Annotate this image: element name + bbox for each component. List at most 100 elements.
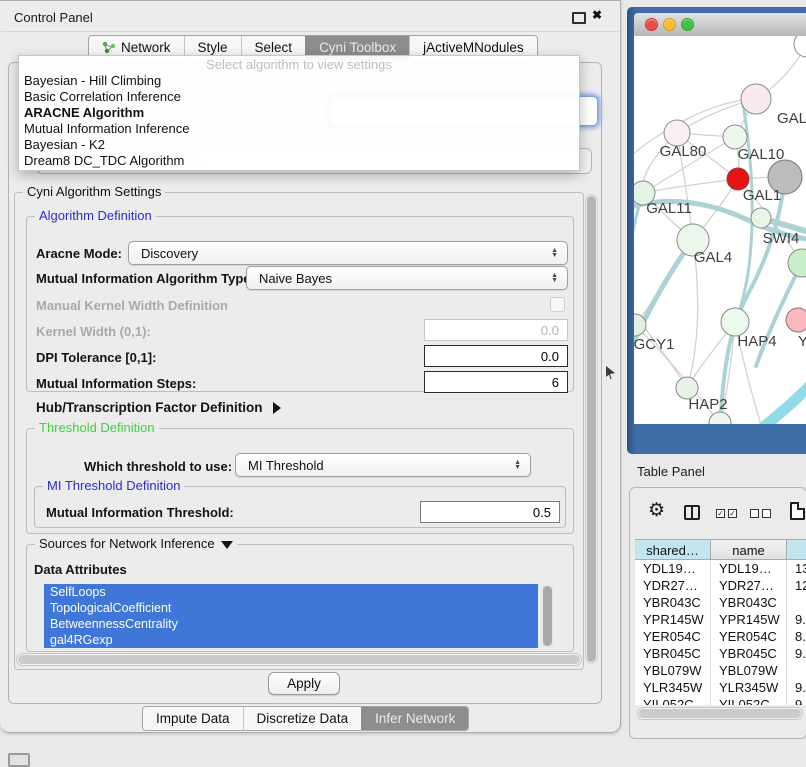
sources-title[interactable]: Sources for Network Inference [35,536,237,551]
table-cell[interactable]: YBR045C [711,645,787,662]
column-header-a[interactable]: A [787,539,806,560]
table-cell[interactable]: YER054C [635,628,711,645]
table-cell[interactable]: YIL052C [635,696,711,705]
bottom-tab-discretize-data[interactable]: Discretize Data [243,707,362,730]
table-cell[interactable]: 8. [787,628,806,645]
algorithm-option-aracne-algorithm[interactable]: ARACNE Algorithm [19,105,579,121]
table-row[interactable]: YDL19…YDL19…13 [635,560,806,577]
algorithm-option-bayesian-hill-climbing[interactable]: Bayesian - Hill Climbing [19,73,579,89]
table-row[interactable]: YPR145WYPR145W9. [635,611,806,628]
network-node-label-gal10: GAL10 [738,146,785,163]
table-cell[interactable]: 9. [787,645,806,662]
mi-steps-field[interactable]: 6 [424,371,568,393]
algorithm-dropdown-popup: Select algorithm to view settings Bayesi… [18,55,580,171]
table-cell[interactable]: YPR145W [635,611,711,628]
dpi-tolerance-label: DPI Tolerance [0,1]: [36,350,156,365]
bottom-tab-infer-network[interactable]: Infer Network [361,707,468,730]
aracne-mode-combobox[interactable]: Discovery ▲▼ [128,241,568,265]
close-icon[interactable]: ✖ [592,8,602,22]
bottom-tab-label: Infer Network [375,711,455,726]
table-cell[interactable]: YDL19… [711,560,787,577]
data-attribute-topologicalcoefficient[interactable]: TopologicalCoefficient [44,600,538,616]
table-row[interactable]: YBR045CYBR045C9. [635,645,806,662]
table-cell[interactable]: YPR145W [711,611,787,628]
table-cell[interactable]: 9. [787,611,806,628]
network-node[interactable] [788,249,806,277]
close-traffic-light[interactable] [645,18,658,31]
table-row[interactable]: YBR043CYBR043C [635,594,806,611]
algorithm-option-bayesian-k2[interactable]: Bayesian - K2 [19,137,579,153]
mi-algorithm-type-combobox[interactable]: Naive Bayes ▲▼ [246,266,568,290]
network-node-gal[interactable] [741,84,771,114]
table-cell[interactable]: 9. [787,696,806,705]
data-attribute-betweennesscentrality[interactable]: BetweennessCentrality [44,616,538,632]
network-node-label-gal1: GAL1 [743,187,781,204]
network-edge-cyan [760,364,806,424]
table-cell[interactable]: 12 [787,577,806,594]
table-cell[interactable]: YBL079W [711,662,787,679]
table-cell[interactable] [787,662,806,679]
column-header-shared[interactable]: shared… [635,539,711,560]
algorithm-option-mutual-information-inference[interactable]: Mutual Information Inference [19,121,579,137]
table-cell[interactable]: YDL19… [635,560,711,577]
table-cell[interactable] [787,594,806,611]
bottom-tab-impute-data[interactable]: Impute Data [143,707,243,730]
table-cell[interactable]: YIL052C [711,696,787,705]
column-header-name[interactable]: name [711,539,787,560]
dropdown-prompt: Select algorithm to view settings [19,56,579,73]
data-attribute-gal4rgexp[interactable]: gal4RGexp [44,632,538,648]
apply-button[interactable]: Apply [268,672,340,695]
table-cell[interactable]: 13 [787,560,806,577]
network-node-hap4[interactable] [721,308,749,336]
data-attributes-label: Data Attributes [34,562,127,577]
attributes-scrollbar[interactable] [542,585,553,647]
combo-arrows-icon: ▲▼ [551,248,558,258]
table-cell[interactable]: 9. [787,679,806,696]
table-row[interactable]: YLR345WYLR345W9. [635,679,806,696]
network-node[interactable] [794,36,806,57]
network-node-y[interactable] [786,308,806,332]
split-columns-icon[interactable] [684,505,700,520]
select-all-checkboxes-icon[interactable]: ✓✓ [716,509,737,518]
zoom-traffic-light[interactable] [681,18,694,31]
settings-vertical-scrollbar[interactable] [585,194,598,664]
docked-panel-chip[interactable] [8,753,30,767]
algorithm-option-basic-correlation-inference[interactable]: Basic Correlation Inference [19,89,579,105]
table-row[interactable]: YDR27…YDR27…12 [635,577,806,594]
table-cell[interactable]: YBR043C [635,594,711,611]
manual-kernel-width-checkbox[interactable] [550,297,565,312]
table-row[interactable]: YER054CYER054C8. [635,628,806,645]
network-window-titlebar[interactable] [634,13,806,37]
table-cell[interactable]: YLR345W [635,679,711,696]
float-window-icon[interactable] [572,12,586,24]
data-attribute-selfloops[interactable]: SelfLoops [44,584,538,600]
table-cell[interactable]: YDR27… [635,577,711,594]
gear-icon[interactable]: ⚙ [648,501,665,520]
table-cell[interactable]: YER054C [711,628,787,645]
algorithm-option-dream8-dc-tdc-algorithm[interactable]: Dream8 DC_TDC Algorithm [19,153,579,169]
table-row[interactable]: YIL052CYIL052C9. [635,696,806,705]
network-view[interactable]: GALGAL80GAL10GAL1GAL11SWI4GAL4GCY1HAP4YH… [634,36,806,424]
network-node-label-gcy1: GCY1 [634,336,674,353]
mi-threshold-definition-title: MI Threshold Definition [43,478,184,493]
chevron-right-icon [273,402,281,414]
minimize-traffic-light[interactable] [663,18,676,31]
document-icon[interactable] [790,502,805,520]
dpi-tolerance-field[interactable]: 0.0 [424,345,568,367]
table-cell[interactable]: YDR27… [711,577,787,594]
table-cell[interactable]: YBL079W [635,662,711,679]
table-row[interactable]: YBL079WYBL079W [635,662,806,679]
kernel-width-field[interactable]: 0.0 [424,319,568,341]
hub-definition-label: Hub/Transcription Factor Definition [36,400,263,415]
mi-threshold-field[interactable]: 0.5 [420,501,560,523]
table-cell[interactable]: YBR045C [635,645,711,662]
settings-horizontal-scrollbar[interactable] [16,653,582,666]
table-horizontal-scrollbar[interactable] [637,707,803,720]
chevron-down-icon [221,541,233,549]
table-cell[interactable]: YBR043C [711,594,787,611]
which-threshold-combobox[interactable]: MI Threshold ▲▼ [235,453,531,477]
hub-definition-toggle[interactable]: Hub/Transcription Factor Definition [36,400,281,415]
table-cell[interactable]: YLR345W [711,679,787,696]
network-node-swi4[interactable] [751,208,771,228]
deselect-all-checkboxes-icon[interactable] [750,509,771,518]
